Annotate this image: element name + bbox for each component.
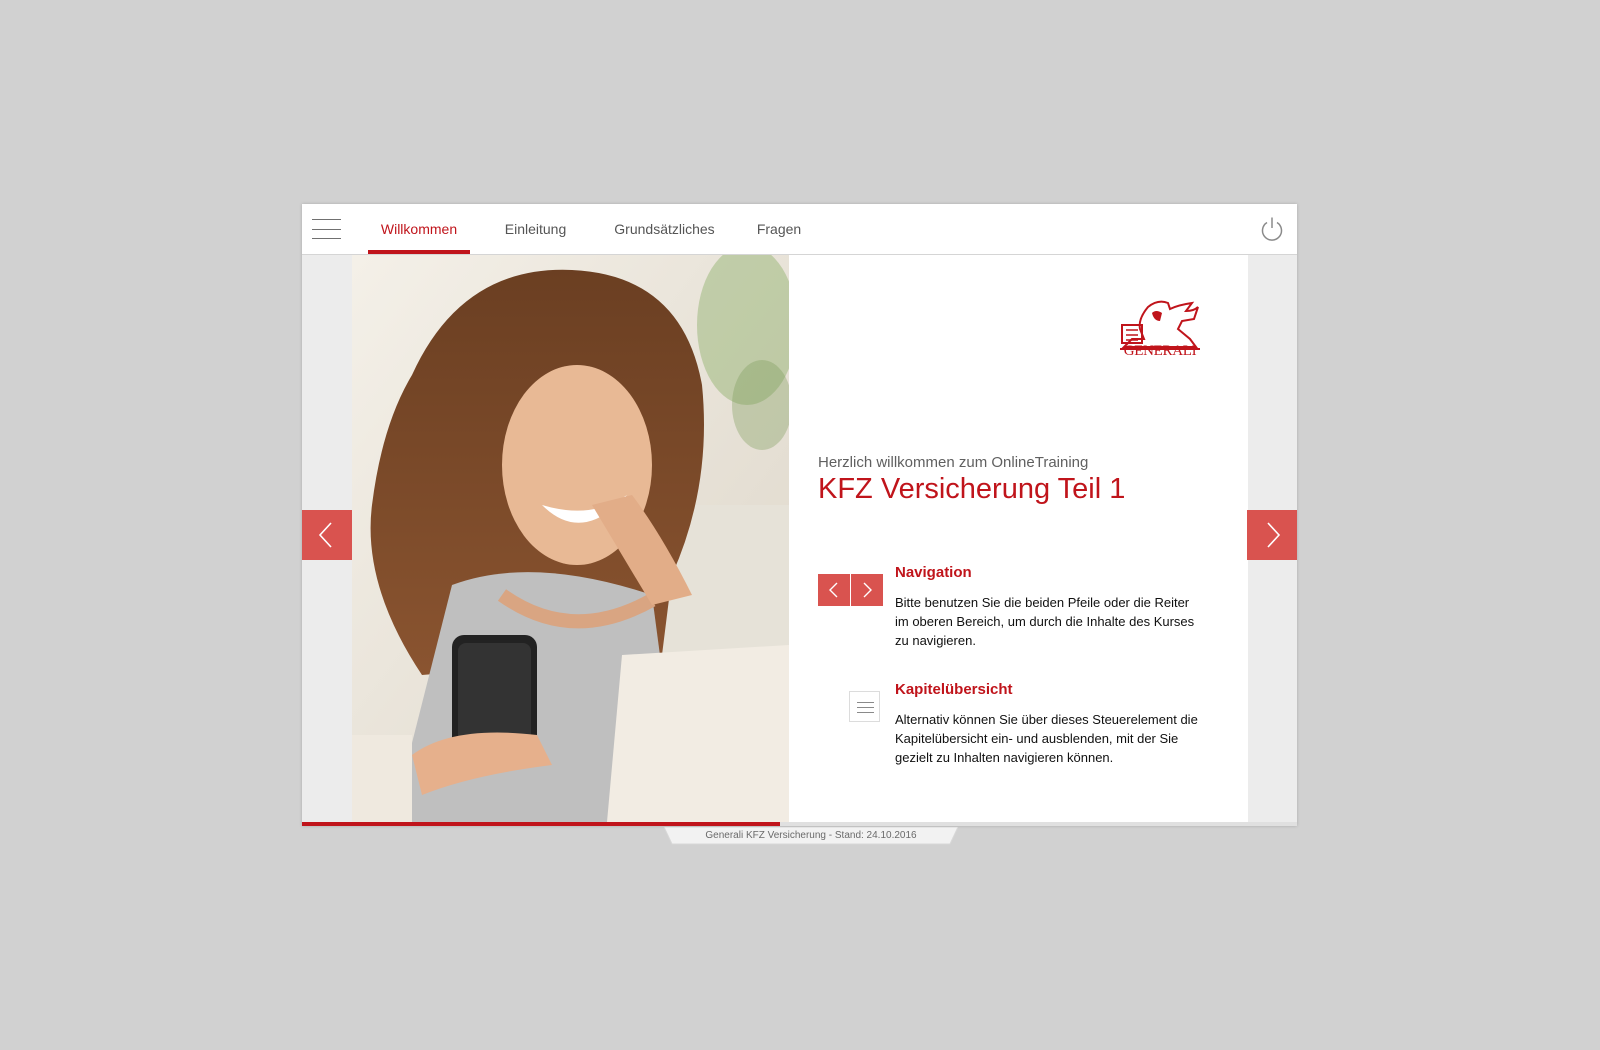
hero-photo-woman-with-phone: [352, 255, 789, 822]
tab-einleitung[interactable]: Einleitung: [470, 204, 601, 254]
footer-tab: Generali KFZ Versicherung - Stand: 24.10…: [664, 827, 958, 845]
chevron-right-icon: [1267, 522, 1281, 548]
navigation-heading: Navigation: [895, 564, 972, 581]
chapter-overview-heading: Kapitelübersicht: [895, 681, 1013, 698]
navigation-description: Bitte benutzen Sie die beiden Pfeile ode…: [895, 595, 1195, 648]
mini-prev-arrow-icon: [818, 574, 850, 606]
tab-fragen[interactable]: Fragen: [728, 204, 830, 254]
generali-logo-text: GENERALI: [1123, 343, 1197, 359]
power-icon[interactable]: [1259, 216, 1285, 242]
progress-bar-fill: [302, 822, 780, 826]
content-panel: GENERALI Herzlich willkommen zum OnlineT…: [789, 255, 1248, 822]
navigation-arrows-illustration: [818, 574, 883, 606]
chevron-left-icon: [318, 522, 332, 548]
tab-grundsaetzliches[interactable]: Grundsätzliches: [601, 204, 728, 254]
course-title: KFZ Versicherung Teil 1: [818, 473, 1126, 505]
mini-next-arrow-icon: [851, 574, 883, 606]
chapter-overview-description: Alternativ können Sie über dieses Steuer…: [895, 712, 1198, 765]
next-page-button[interactable]: [1247, 510, 1297, 560]
previous-page-button[interactable]: [302, 510, 352, 560]
hamburger-menu-icon[interactable]: [312, 219, 341, 239]
top-navigation-bar: Willkommen Einleitung Grundsätzliches Fr…: [302, 204, 1297, 255]
tab-willkommen[interactable]: Willkommen: [368, 204, 470, 254]
footer-version-text: Generali KFZ Versicherung - Stand: 24.10…: [705, 830, 917, 841]
course-player: Willkommen Einleitung Grundsätzliches Fr…: [302, 204, 1297, 826]
chapter-overview-icon[interactable]: [849, 691, 880, 722]
welcome-subtitle: Herzlich willkommen zum OnlineTraining: [818, 454, 1089, 471]
progress-bar: [302, 822, 1297, 826]
tab-bar: Willkommen Einleitung Grundsätzliches Fr…: [368, 204, 830, 254]
